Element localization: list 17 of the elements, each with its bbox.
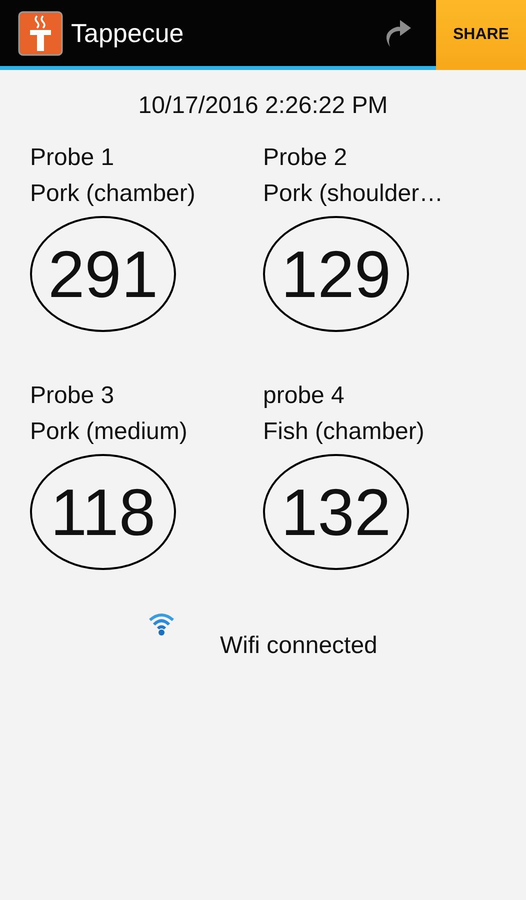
probe-name: Probe 3 — [30, 381, 116, 411]
connection-status: Wifi connected — [220, 632, 378, 660]
probe-name: Probe 1 — [30, 143, 116, 173]
temperature-display: 118 — [30, 454, 176, 570]
share-button[interactable]: SHARE — [436, 0, 526, 70]
timestamp: 10/17/2016 2:26:22 PM — [137, 92, 389, 120]
probe-label: Pork (shoulder… — [263, 179, 444, 209]
app-logo-icon — [18, 10, 63, 56]
probe-name: probe 4 — [263, 381, 346, 411]
probe-label: Pork (medium) — [30, 417, 188, 447]
probe-label: Fish (chamber) — [263, 417, 426, 447]
temperature-display: 291 — [30, 216, 176, 332]
probe-name: Probe 2 — [263, 143, 348, 173]
probe-label: Pork (chamber) — [30, 179, 196, 209]
temperature-display: 129 — [263, 216, 409, 332]
app-title: Tappecue — [71, 18, 185, 48]
temperature-display: 132 — [263, 454, 409, 570]
